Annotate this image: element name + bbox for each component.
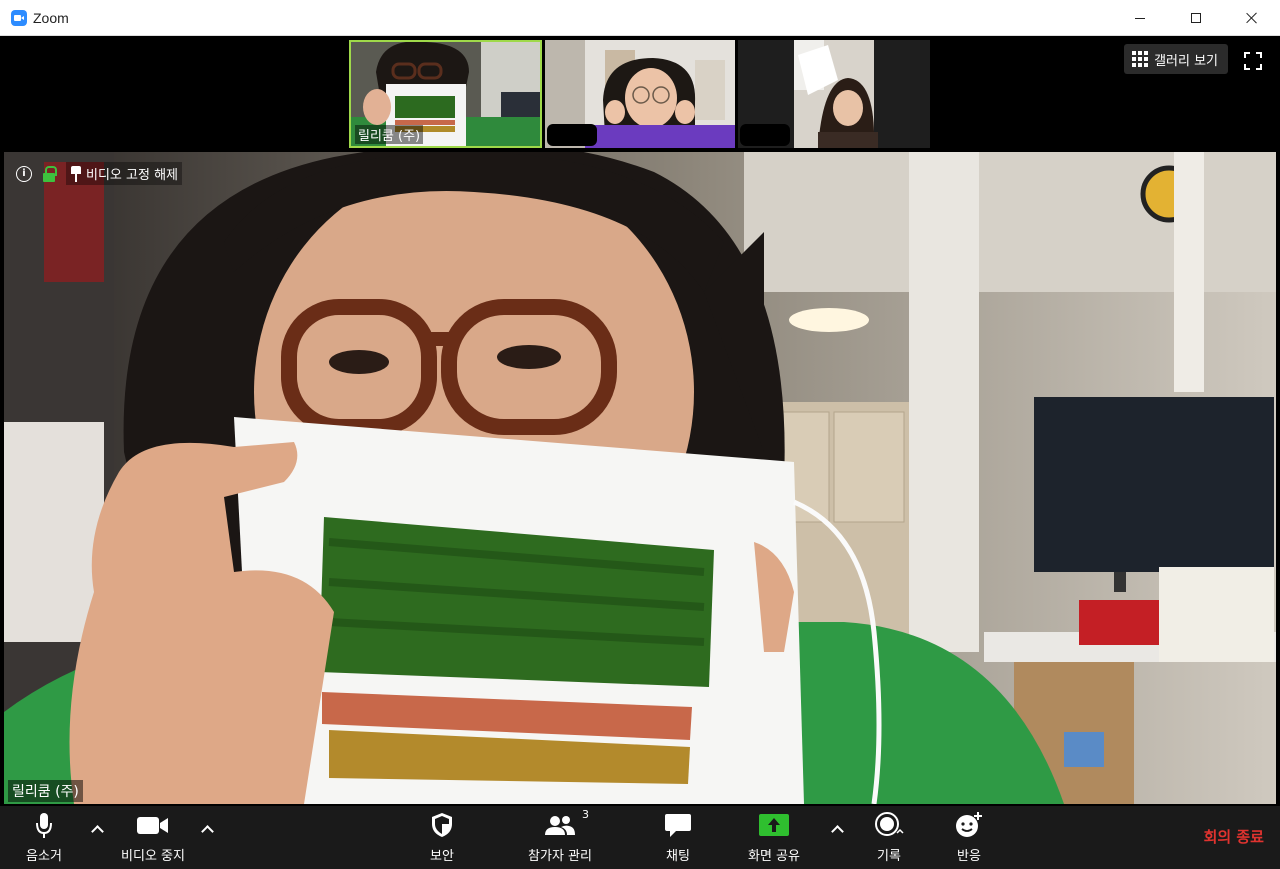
microphone-icon xyxy=(34,811,54,839)
participant-thumbnail-3[interactable] xyxy=(738,40,930,148)
chat-icon xyxy=(664,811,692,839)
participants-icon: 3 xyxy=(543,808,589,839)
lock-icon[interactable] xyxy=(42,165,57,182)
chat-label: 채팅 xyxy=(666,849,690,864)
participant-thumbnail-1[interactable]: 릴리쿰 (주) xyxy=(349,40,542,148)
share-screen-button[interactable]: 화면 공유 xyxy=(742,806,806,869)
fullscreen-icon[interactable] xyxy=(1244,52,1262,70)
minimize-icon xyxy=(1135,17,1145,19)
mute-button[interactable]: 음소거 xyxy=(16,806,72,869)
meeting-toolbar: 음소거 비디오 중지 보안 3 참가자 관리 채팅 화면 공유 기록 반응 회의… xyxy=(0,806,1280,869)
gallery-view-label: 갤러리 보기 xyxy=(1154,53,1218,69)
video-options-caret-icon[interactable] xyxy=(202,824,212,834)
end-meeting-button[interactable]: 회의 종료 xyxy=(1204,826,1264,847)
unpin-video-button[interactable]: 비디오 고정 해제 xyxy=(66,162,182,185)
grid-icon xyxy=(1132,51,1149,67)
minimize-button[interactable] xyxy=(1112,0,1168,36)
record-button[interactable]: 기록 xyxy=(870,806,908,869)
window-controls xyxy=(1112,0,1280,36)
speaker-name: 릴리쿰 (주) xyxy=(8,780,83,802)
participant-strip: 릴리쿰 (주) 갤러리 보기 xyxy=(0,36,1280,150)
share-options-caret-icon[interactable] xyxy=(832,824,842,834)
redacted-name xyxy=(547,124,597,146)
gallery-view-button[interactable]: 갤러리 보기 xyxy=(1124,44,1228,74)
main-video[interactable]: i 비디오 고정 해제 릴리쿰 (주) xyxy=(4,152,1276,804)
audio-options-caret-icon[interactable] xyxy=(92,824,102,834)
stop-video-label: 비디오 중지 xyxy=(121,849,185,864)
share-screen-label: 화면 공유 xyxy=(748,849,800,864)
participants-count: 3 xyxy=(582,808,589,821)
video-overlay-controls: i 비디오 고정 해제 xyxy=(16,162,182,185)
pin-icon xyxy=(70,165,82,182)
close-button[interactable] xyxy=(1224,0,1280,36)
mute-label: 음소거 xyxy=(26,849,62,864)
close-icon xyxy=(1246,12,1258,24)
window-title: Zoom xyxy=(33,9,69,26)
reactions-button[interactable]: 반응 xyxy=(950,806,988,869)
reactions-label: 반응 xyxy=(957,849,981,864)
unpin-video-label: 비디오 고정 해제 xyxy=(86,168,178,183)
share-screen-icon xyxy=(758,811,790,839)
title-bar: Zoom xyxy=(0,0,1280,36)
participants-label: 참가자 관리 xyxy=(528,849,592,864)
zoom-logo-icon xyxy=(11,9,27,26)
camera-icon xyxy=(136,811,170,839)
security-label: 보안 xyxy=(430,849,454,864)
record-icon xyxy=(874,811,904,839)
record-label: 기록 xyxy=(877,849,901,864)
info-icon[interactable]: i xyxy=(16,165,32,182)
redacted-name xyxy=(740,124,790,146)
participants-button[interactable]: 3 참가자 관리 xyxy=(520,806,600,869)
emoji-plus-icon xyxy=(954,811,984,839)
maximize-button[interactable] xyxy=(1168,0,1224,36)
participant-thumbnail-2[interactable] xyxy=(545,40,735,148)
participant-name: 릴리쿰 (주) xyxy=(355,125,424,144)
stop-video-button[interactable]: 비디오 중지 xyxy=(112,806,194,869)
security-button[interactable]: 보안 xyxy=(422,806,462,869)
main-video-feed xyxy=(4,152,1276,804)
chat-button[interactable]: 채팅 xyxy=(660,806,696,869)
shield-icon xyxy=(430,811,454,839)
maximize-icon xyxy=(1191,13,1201,23)
